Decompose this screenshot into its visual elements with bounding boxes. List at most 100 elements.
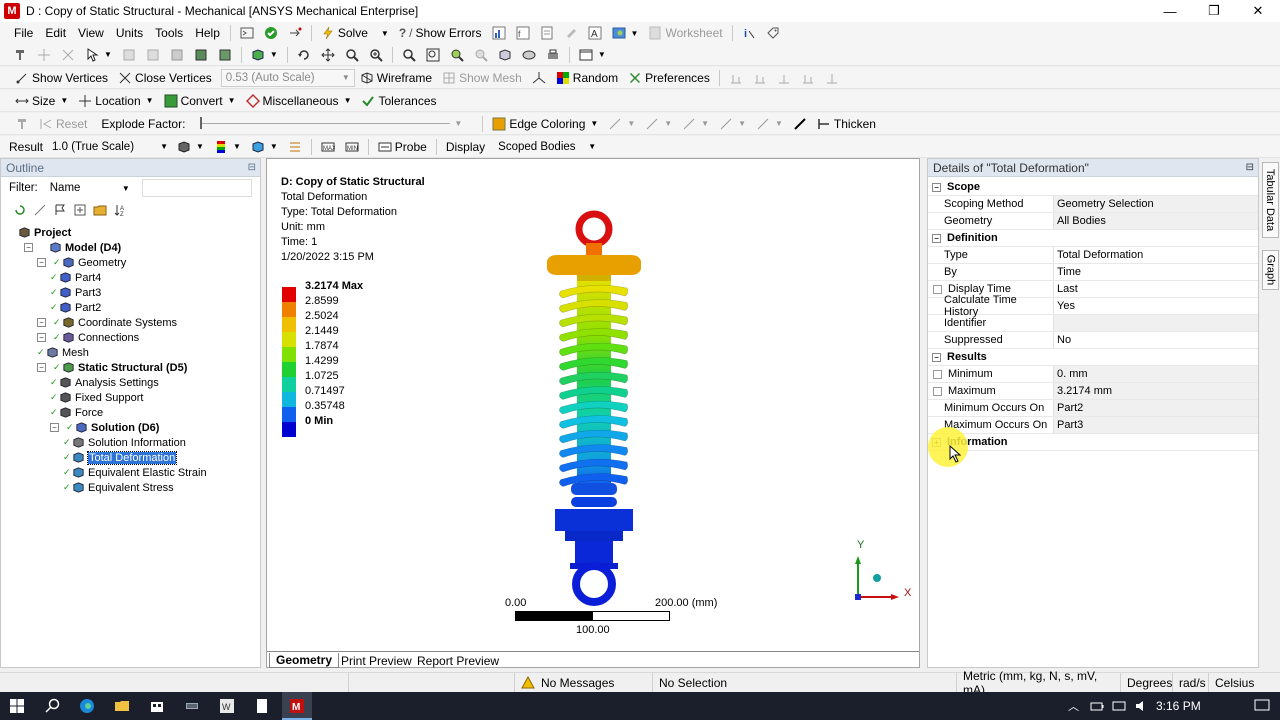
file-explorer-icon[interactable] [114,698,130,714]
parameter-checkbox[interactable] [933,386,942,396]
location-menu[interactable]: Location ▼ [73,91,158,111]
legend-label[interactable]: 1.0725 [305,370,339,382]
align-icon-3[interactable] [772,68,796,88]
min-label-icon[interactable]: MIN [340,137,364,157]
minimize-button[interactable]: — [1148,0,1192,22]
details-section[interactable]: − Results [928,349,1258,366]
view-options-icon[interactable] [517,45,541,65]
details-section[interactable]: − Scope [928,179,1258,196]
geometry-display-icon[interactable]: ▼ [172,137,209,157]
notifications-icon[interactable] [1254,699,1270,713]
zoom-icon[interactable] [340,45,364,65]
tab-graph[interactable]: Graph [1262,250,1279,290]
details-value[interactable]: All Bodies [1054,213,1258,229]
battery-icon[interactable] [1090,699,1104,713]
magnifier-icon[interactable] [421,45,445,65]
zoom-to-fit-icon[interactable] [397,45,421,65]
tree-node-mesh[interactable]: ✓ Mesh [37,345,89,360]
tree-node-analysis-settings[interactable]: ✓ Analysis Settings [50,375,159,390]
tree-node-model[interactable]: − Model (D4) [24,240,121,255]
status-messages[interactable]: No Messages [514,673,652,693]
details-section[interactable]: − Definition [928,230,1258,247]
network-icon[interactable] [1112,699,1126,713]
legend-label[interactable]: 0.35748 [305,400,345,412]
tree-node-geometry[interactable]: − ✓ Geometry [37,255,126,270]
print-icon[interactable] [541,45,565,65]
tree-node-part3[interactable]: ✓ Part3 [50,285,101,300]
isometric-view-icon[interactable] [493,45,517,65]
menu-view[interactable]: View [72,26,110,40]
explode-icon[interactable] [56,45,80,65]
details-value[interactable]: Yes [1054,298,1258,314]
insert-icon[interactable] [283,23,307,43]
axes-icon[interactable] [527,68,551,88]
tree-node-connections[interactable]: − ✓ Connections [37,330,139,345]
tree-node-part4[interactable]: ✓ Part4 [50,270,101,285]
details-value[interactable]: 3.2174 mm [1054,383,1258,399]
parameter-checkbox[interactable] [933,369,942,379]
edge-display-icon[interactable]: ▼ [246,137,283,157]
edge-select-icon[interactable] [141,45,165,65]
tolerances-button[interactable]: Tolerances [356,91,441,111]
details-value[interactable]: Time [1054,264,1258,280]
legend-label[interactable]: 1.7874 [305,340,339,352]
maximize-button[interactable]: ❐ [1192,0,1236,22]
details-row[interactable]: Type Total Deformation [928,247,1258,264]
graphics-viewport[interactable]: D: Copy of Static Structural Total Defor… [266,158,920,668]
box-zoom-icon[interactable] [364,45,388,65]
tag-icon[interactable] [761,23,785,43]
refresh-icon[interactable] [13,203,27,217]
menu-file[interactable]: File [8,26,39,40]
legend-label[interactable]: 0 Min [305,415,333,427]
miscellaneous-menu[interactable]: Miscellaneous ▼ [241,91,357,111]
details-value[interactable] [1054,315,1258,331]
details-row[interactable]: Scoping Method Geometry Selection [928,196,1258,213]
edge-coloring-menu[interactable]: Edge Coloring ▼ [487,114,603,134]
details-section[interactable]: +Information [928,434,1258,451]
tree-node-equivalent-stress[interactable]: ✓ Equivalent Stress [63,480,174,495]
details-pin-icon[interactable]: ⊟ [1246,162,1254,173]
tree-node-total-deformation[interactable]: ✓ Total Deformation [63,450,178,465]
tab-report-preview[interactable]: Report Preview [411,653,505,668]
details-row[interactable]: Geometry All Bodies [928,213,1258,230]
legend-label[interactable]: 3.2174 Max [305,280,363,292]
tree-node-solution[interactable]: − ✓ Solution (D6) [50,420,159,435]
details-value[interactable]: Part2 [1054,400,1258,416]
thicken-button[interactable]: Thicken [812,114,881,134]
collapse-icon[interactable]: − [932,233,941,243]
collapse-toggle-icon[interactable]: − [37,363,46,372]
edge-style-icon-5[interactable]: ▼ [751,114,788,134]
ansys-app-icon[interactable]: M [4,3,20,19]
pin-icon[interactable]: ⊟ [248,162,256,173]
chart-tool-icon[interactable] [487,23,511,43]
reset-button[interactable]: Reset [34,114,92,134]
suppress-icon[interactable] [33,203,47,217]
tree-node-equivalent-elastic-strain[interactable]: ✓ Equivalent Elastic Strain [63,465,207,480]
details-row[interactable]: By Time [928,264,1258,281]
menu-edit[interactable]: Edit [39,26,72,40]
convert-menu[interactable]: Convert ▼ [159,91,241,111]
menu-help[interactable]: Help [189,26,226,40]
align-icon-1[interactable] [724,68,748,88]
calculator-icon[interactable] [184,698,200,714]
collapse-icon[interactable]: − [932,182,941,192]
random-colors-button[interactable]: Random [551,68,623,88]
status-unit-system[interactable]: Metric (mm, kg, N, s, mV, mA) [956,669,1120,697]
legend-label[interactable]: 1.4299 [305,355,339,367]
status-temperature-unit[interactable]: Celsius [1208,673,1280,693]
contour-bands-icon[interactable]: ▼ [209,137,246,157]
show-vertices-button[interactable]: Show Vertices [10,68,113,88]
move-icon[interactable] [32,45,56,65]
details-value[interactable]: Total Deformation [1054,247,1258,263]
details-value[interactable]: Last [1054,281,1258,297]
mechanical-app-icon[interactable]: M [289,698,305,714]
tree-node-static-structural[interactable]: − ✓ Static Structural (D5) [37,360,187,375]
collapse-toggle-icon[interactable]: − [37,318,46,327]
collapse-toggle-icon[interactable]: − [37,333,46,342]
collapse-icon[interactable]: − [932,352,941,362]
status-rotation-unit[interactable]: rad/s [1172,673,1208,693]
details-row[interactable]: Suppressed No [928,332,1258,349]
details-value[interactable]: No [1054,332,1258,348]
viewport-icon[interactable]: ▼ [574,45,611,65]
collapse-toggle-icon[interactable]: − [37,258,46,267]
